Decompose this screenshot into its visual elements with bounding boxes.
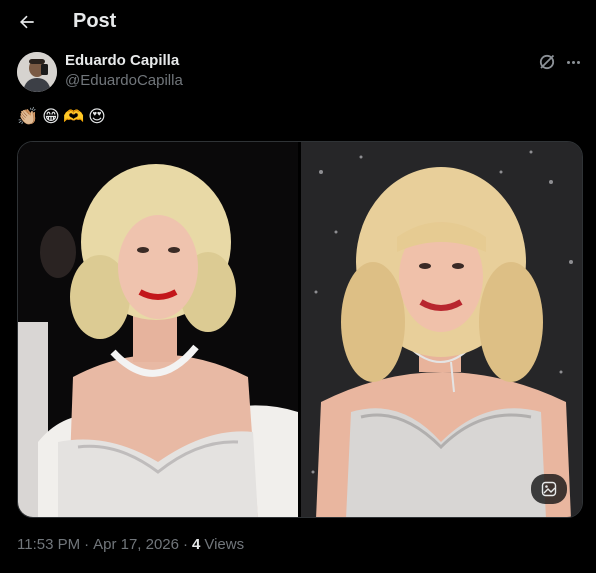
image-edit-icon xyxy=(541,481,557,497)
post-page: Post Eduardo Capilla @EduardoCapilla 👏🏼 … xyxy=(0,0,596,573)
grok-button[interactable] xyxy=(537,52,557,72)
more-dot-icon xyxy=(566,60,570,64)
media-photo-right[interactable] xyxy=(301,142,582,517)
avatar[interactable] xyxy=(17,52,57,92)
post-media xyxy=(17,141,583,518)
author-handle[interactable]: @EduardoCapilla xyxy=(65,72,183,89)
more-options-button[interactable] xyxy=(563,52,583,72)
grok-icon xyxy=(539,54,555,70)
views-label: Views xyxy=(204,536,245,553)
more-dot-icon xyxy=(576,60,580,64)
edit-image-button[interactable] xyxy=(531,474,567,504)
meta-separator: · xyxy=(183,536,188,553)
media-photo-left[interactable] xyxy=(18,142,298,517)
top-bar: Post xyxy=(0,0,596,44)
heart-hands-emoji: 🫶 xyxy=(63,107,85,126)
post-time[interactable]: 11:53 PM xyxy=(17,536,80,553)
grinning-face-emoji: 😁 xyxy=(42,107,60,126)
meta-separator: · xyxy=(84,536,90,553)
post-date[interactable]: Apr 17, 2026 xyxy=(93,536,179,553)
arrow-left-icon xyxy=(20,15,34,29)
clapping-hands-emoji: 👏🏼 xyxy=(17,107,39,126)
post-text: 👏🏼 😁 🫶 😍 xyxy=(17,106,108,128)
more-dot-icon xyxy=(571,60,575,64)
post-meta: 11:53 PM · Apr 17, 2026 · 4 Views xyxy=(17,536,244,553)
heart-eyes-emoji: 😍 xyxy=(88,107,106,126)
author-name[interactable]: Eduardo Capilla xyxy=(65,52,179,69)
views-count: 4 xyxy=(192,536,201,553)
page-title: Post xyxy=(73,10,117,32)
back-button[interactable] xyxy=(14,9,40,35)
